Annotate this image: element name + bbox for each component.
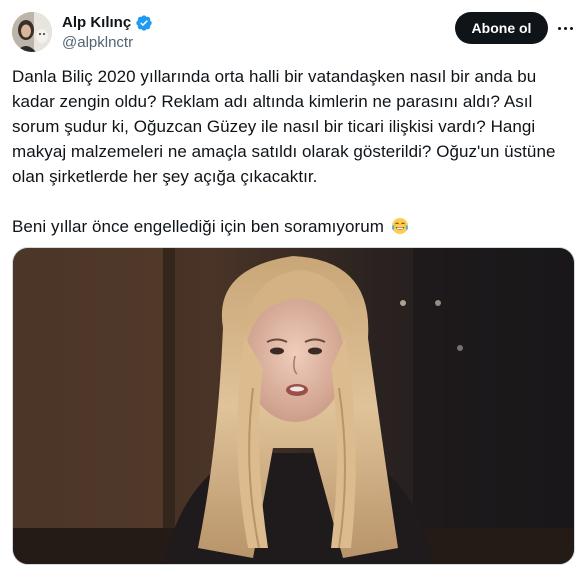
avatar-photo [12,12,52,52]
tweet-line: kadar zengin oldu? Reklam adı altında ki… [12,92,533,111]
author-display-name[interactable]: Alp Kılınç [62,13,131,33]
dot [563,26,567,30]
dot [557,26,561,30]
crying-laughing-emoji [391,218,408,234]
follow-button[interactable]: Abone ol [455,12,548,44]
tweet-line: sorum şudur ki, Oğuzcan Güzey ile nasıl … [12,117,536,136]
dot [569,26,573,30]
author-name-row[interactable]: Alp Kılınç [62,13,153,33]
verified-badge-icon [136,15,152,31]
tweet-line: olan şirketlerde her şey açığa çıkacaktı… [12,167,318,186]
tweet-photo[interactable] [12,247,575,565]
tweet-line: makyaj malzemeleri ne amaçla satıldı ola… [12,142,556,161]
tweet-line: Danla Biliç 2020 yıllarında orta halli b… [12,67,537,86]
photo-image [13,248,574,564]
tweet-line: Beni yıllar önce engellediği için ben so… [12,217,384,236]
tweet-text: Danla Biliç 2020 yıllarında orta halli b… [12,64,567,239]
tweet-paragraph-2: Beni yıllar önce engellediği için ben so… [12,214,567,239]
author-avatar[interactable] [12,12,52,52]
more-dots-icon[interactable] [555,18,575,38]
author-handle[interactable]: @alpklnctr [62,33,133,53]
